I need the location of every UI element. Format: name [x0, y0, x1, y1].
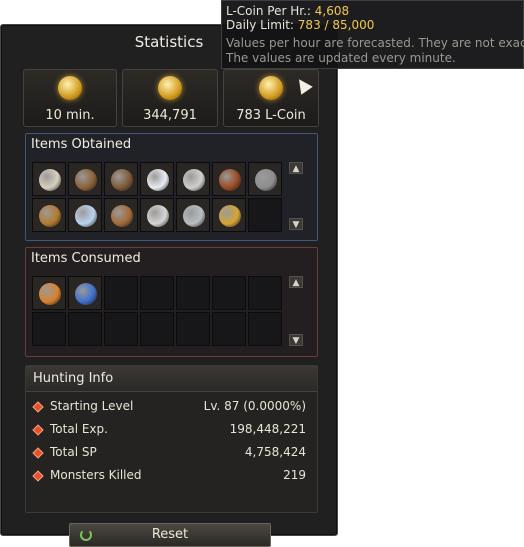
item-slot: [32, 312, 66, 346]
stat-value: 4,758,424: [244, 445, 306, 459]
l-coin-value: 783 L-Coin: [236, 108, 306, 123]
item-slot: [248, 276, 282, 310]
reset-button[interactable]: Reset: [69, 523, 271, 547]
sack-icon: [39, 205, 61, 227]
stat-label: Total Exp.: [50, 422, 108, 436]
scroll-down-button[interactable]: ▼: [289, 334, 303, 346]
hunting-info-header: Hunting Info: [26, 366, 317, 392]
item-slot: [212, 312, 246, 346]
rope-icon: [111, 205, 133, 227]
scroll-up-button[interactable]: ▲: [289, 162, 303, 174]
refresh-icon: [80, 529, 92, 541]
items-consumed-panel: Items Consumed ▲ ▼: [25, 247, 318, 357]
diamond-bullet-icon: [32, 401, 44, 413]
stat-value: Lv. 87 (0.0000%): [203, 399, 306, 413]
elapsed-time-card: 10 min.: [23, 69, 117, 127]
items-obtained-grid: [32, 162, 284, 232]
item-slot[interactable]: [212, 198, 246, 232]
items-consumed-title: Items Consumed: [31, 251, 141, 266]
stat-row: Total Exp. 198,448,221: [32, 421, 306, 441]
pouch-icon: [75, 169, 97, 191]
elapsed-time-value: 10 min.: [45, 108, 95, 123]
fabric-icon: [219, 205, 241, 227]
item-slot: [248, 198, 282, 232]
item-slot[interactable]: [32, 162, 66, 196]
item-slot: [104, 276, 138, 310]
bone-icon: [39, 169, 61, 191]
item-slot[interactable]: [68, 162, 102, 196]
item-slot[interactable]: [32, 276, 66, 310]
adena-icon: [158, 76, 182, 100]
item-slot[interactable]: [32, 198, 66, 232]
time-icon: [58, 76, 82, 100]
item-slot: [176, 276, 210, 310]
item-slot: [140, 312, 174, 346]
item-slot[interactable]: [176, 198, 210, 232]
stat-row: Starting Level Lv. 87 (0.0000%): [32, 398, 306, 418]
item-slot: [140, 276, 174, 310]
diamond-bullet-icon: [32, 447, 44, 459]
item-slot: [212, 276, 246, 310]
item-slot[interactable]: [248, 162, 282, 196]
items-obtained-title: Items Obtained: [31, 137, 132, 152]
item-slot: [68, 312, 102, 346]
stat-value: 198,448,221: [229, 422, 306, 436]
tooltip-note: Values per hour are forecasted. They are…: [226, 36, 524, 50]
hunting-info-title: Hunting Info: [33, 371, 114, 386]
hunting-info-panel: Hunting Info Starting Level Lv. 87 (0.00…: [25, 365, 318, 513]
stone-pile-icon: [147, 205, 169, 227]
scroll-down-button[interactable]: ▼: [289, 218, 303, 230]
l-coin-icon: [259, 76, 283, 100]
item-slot[interactable]: [140, 198, 174, 232]
tooltip-daily-limit: Daily Limit: 783 / 85,000: [226, 18, 375, 32]
items-obtained-panel: Items Obtained ▲ ▼: [25, 133, 318, 241]
bandage-icon: [39, 283, 61, 305]
potion-icon: [75, 283, 97, 305]
adena-value: 344,791: [143, 108, 197, 123]
item-slot[interactable]: [104, 162, 138, 196]
tooltip-note: The values are updated every minute.: [226, 51, 456, 65]
scroll-up-button[interactable]: ▲: [289, 276, 303, 288]
crystal-icon: [75, 205, 97, 227]
stat-row: Total SP 4,758,424: [32, 444, 306, 464]
stat-label: Total SP: [50, 445, 97, 459]
item-slot[interactable]: [68, 198, 102, 232]
item-slot: [248, 312, 282, 346]
stat-row: Monsters Killed 219: [32, 467, 306, 487]
diamond-bullet-icon: [32, 470, 44, 482]
iron-ore-icon: [255, 169, 277, 191]
item-slot[interactable]: [104, 198, 138, 232]
silver-coin-icon: [183, 205, 205, 227]
item-slot: [104, 312, 138, 346]
pearl-icon: [147, 169, 169, 191]
pouch-icon: [111, 169, 133, 191]
l-coin-tooltip: L-Coin Per Hr.: 4,608 Daily Limit: 783 /…: [221, 0, 524, 69]
adena-card: 344,791: [122, 69, 218, 127]
diamond-bullet-icon: [32, 424, 44, 436]
stat-value: 219: [283, 468, 306, 482]
item-slot[interactable]: [68, 276, 102, 310]
tooltip-per-hour: L-Coin Per Hr.: 4,608: [226, 4, 350, 18]
stat-label: Monsters Killed: [50, 468, 142, 482]
statistics-window: Statistics 10 min. 344,791 783 L-Coin It…: [0, 24, 338, 547]
items-consumed-grid: [32, 276, 284, 346]
leather-icon: [219, 169, 241, 191]
ingot-icon: [183, 169, 205, 191]
reset-label: Reset: [151, 527, 189, 542]
stat-label: Starting Level: [50, 399, 134, 413]
item-slot: [176, 312, 210, 346]
item-slot[interactable]: [176, 162, 210, 196]
item-slot[interactable]: [140, 162, 174, 196]
item-slot[interactable]: [212, 162, 246, 196]
